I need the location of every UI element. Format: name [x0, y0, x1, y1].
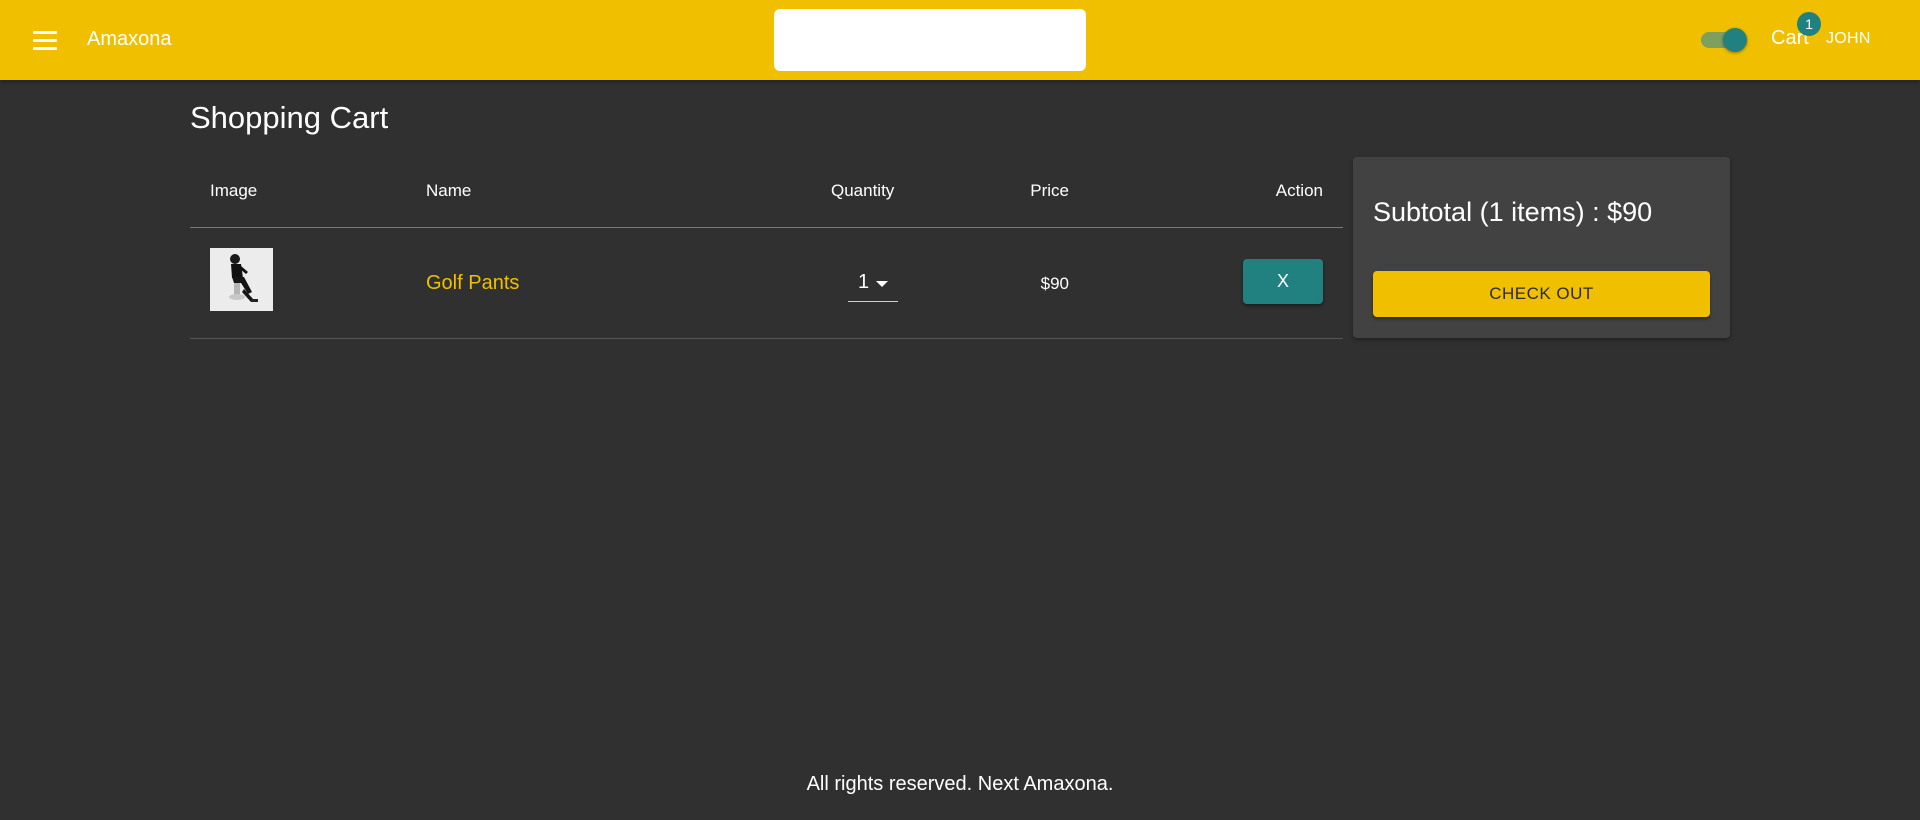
quantity-select[interactable]: 1: [848, 266, 898, 302]
menu-icon-line: [33, 38, 57, 42]
column-header-name: Name: [426, 181, 472, 200]
chevron-down-icon: [876, 281, 888, 287]
product-figure-image: [210, 248, 273, 311]
checkout-button[interactable]: CHECK OUT: [1373, 271, 1710, 317]
item-price: $90: [1040, 274, 1069, 293]
column-header-action: Action: [1275, 181, 1323, 200]
product-thumbnail[interactable]: [210, 248, 273, 311]
column-header-price: Price: [1030, 181, 1069, 200]
cart-table: Image Name Quantity Price Action Golf Pa…: [190, 157, 1343, 339]
menu-icon-line: [33, 30, 57, 34]
dark-mode-toggle[interactable]: [1699, 27, 1749, 53]
menu-icon[interactable]: [28, 26, 62, 54]
table-header-row: Image Name Quantity Price Action: [190, 157, 1343, 228]
brand-logo-link[interactable]: Amaxona: [87, 28, 172, 51]
page-title: Shopping Cart: [190, 100, 389, 135]
toggle-thumb: [1723, 28, 1747, 52]
column-header-quantity: Quantity: [831, 181, 895, 200]
cart-count-badge: 1: [1797, 12, 1821, 36]
product-name-link[interactable]: Golf Pants: [426, 272, 519, 295]
column-header-image: Image: [210, 181, 258, 200]
subtotal-text: Subtotal (1 items) : $90: [1373, 197, 1653, 227]
table-row: Golf Pants 1 $90 X: [190, 228, 1343, 339]
menu-icon-line: [33, 46, 57, 50]
remove-item-button[interactable]: X: [1243, 259, 1323, 304]
quantity-value: 1: [858, 271, 870, 293]
user-menu-button[interactable]: JOHN: [1826, 30, 1871, 48]
footer-text: All rights reserved. Next Amaxona.: [806, 773, 1114, 795]
order-summary-card: Subtotal (1 items) : $90 CHECK OUT: [1353, 157, 1730, 338]
search-input[interactable]: [774, 9, 1086, 71]
app-bar: Amaxona Cart 1 JOHN: [0, 0, 1920, 80]
